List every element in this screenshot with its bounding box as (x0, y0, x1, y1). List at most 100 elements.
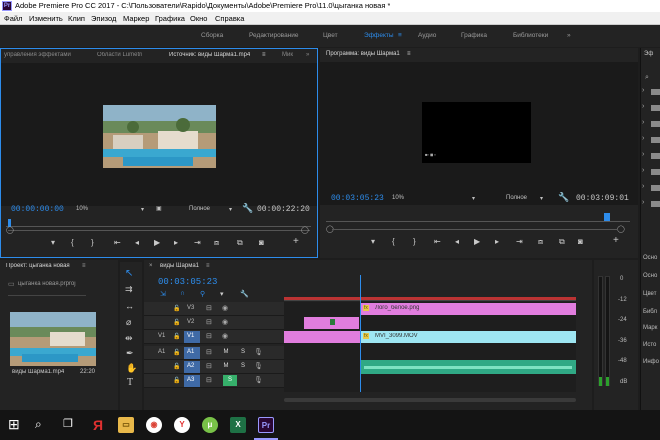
nest-icon[interactable]: ⇲ (160, 290, 166, 298)
microphone-icon[interactable]: 🎙 (254, 376, 263, 384)
chrome-icon[interactable]: ◉ (146, 417, 162, 433)
timeline-horizontal-scrollbar[interactable] (284, 398, 576, 402)
eye-icon[interactable]: ◉ (222, 332, 228, 340)
step-back-icon[interactable]: ◂ (135, 238, 139, 247)
effects-folder-item[interactable]: › (641, 198, 660, 210)
project-clip-thumbnail[interactable] (10, 312, 96, 366)
mute-button[interactable]: M (219, 347, 233, 358)
side-label-markers[interactable]: Марк (643, 325, 657, 331)
chevron-down-icon[interactable]: ▾ (229, 206, 232, 213)
menu-clip[interactable]: Клип (68, 14, 85, 23)
mute-button[interactable]: M (219, 361, 233, 372)
track-a3-target[interactable]: A3 (184, 375, 200, 387)
add-marker-icon[interactable]: ▾ (51, 238, 55, 247)
effects-folder-item[interactable]: › (641, 150, 660, 162)
ripple-edit-tool-icon[interactable]: ↔ (125, 301, 134, 311)
clip-v1-video[interactable]: fx MVI_3099.MOV (360, 331, 576, 343)
zoom-handle-right[interactable]: ◯ (301, 226, 309, 234)
selection-tool-icon[interactable]: ↖ (125, 268, 133, 279)
workspace-graphics[interactable]: Графика (461, 32, 487, 39)
program-timecode-in[interactable]: 00:03:05:23 (331, 194, 384, 203)
sync-lock-icon[interactable]: ⊟ (206, 376, 212, 384)
lock-icon[interactable]: 🔓 (173, 333, 180, 340)
file-explorer-icon[interactable]: ▭ (118, 417, 134, 433)
go-to-out-icon[interactable]: ⇥ (194, 238, 201, 247)
sync-lock-icon[interactable]: ⊟ (206, 318, 212, 326)
tab-audio-mixer[interactable]: Мик (282, 52, 293, 58)
step-forward-icon[interactable]: ▸ (495, 237, 499, 246)
workspace-color[interactable]: Цвет (323, 32, 338, 39)
tab-effects[interactable]: Эф (644, 51, 653, 57)
menu-sequence[interactable]: Эпизод (91, 14, 116, 23)
mark-in-icon[interactable]: { (392, 237, 395, 246)
workspace-effects[interactable]: Эффекты (364, 32, 394, 39)
lock-icon[interactable]: 🔓 (173, 319, 180, 326)
mark-out-icon[interactable]: } (413, 237, 416, 246)
timeline-ruler[interactable] (284, 275, 576, 301)
excel-icon[interactable]: X (230, 417, 246, 433)
effects-folder-item[interactable]: › (641, 182, 660, 194)
playhead[interactable] (604, 213, 610, 221)
chevron-down-icon[interactable]: ▾ (141, 206, 144, 213)
insert-icon[interactable]: ⧈ (214, 238, 219, 248)
side-label-essential[interactable]: Осно (643, 273, 657, 279)
microphone-icon[interactable]: 🎙 (254, 362, 263, 370)
mark-in-icon[interactable]: { (71, 238, 74, 247)
mark-out-icon[interactable]: } (91, 238, 94, 247)
timeline-playhead[interactable] (360, 275, 361, 392)
sync-lock-icon[interactable]: ⊟ (206, 362, 212, 370)
wrench-icon[interactable]: 🔧 (242, 203, 253, 214)
play-icon[interactable]: ▶ (474, 237, 480, 246)
chevron-down-icon[interactable]: ▾ (540, 195, 543, 202)
side-label-info[interactable]: Инфо (643, 359, 659, 365)
workspace-libraries[interactable]: Библиотеки (513, 32, 548, 39)
premiere-taskbar-icon[interactable]: Pr (258, 417, 274, 433)
workspace-menu-icon[interactable]: ≡ (398, 32, 402, 39)
clip-v1-pink[interactable] (284, 331, 360, 343)
side-label-history[interactable]: Исто (643, 342, 656, 348)
menu-help[interactable]: Справка (215, 14, 244, 23)
eye-icon[interactable]: ◉ (222, 304, 228, 312)
lock-icon[interactable]: 🔓 (173, 349, 180, 356)
fit-icon[interactable]: ▣ (156, 205, 162, 212)
add-marker-icon[interactable]: ▾ (220, 290, 224, 298)
workspace-audio[interactable]: Аудио (418, 32, 436, 39)
snap-icon[interactable]: ∩ (180, 290, 185, 297)
wrench-icon[interactable]: 🔧 (558, 192, 569, 203)
add-marker-icon[interactable]: ▾ (371, 237, 375, 246)
menu-edit[interactable]: Изменить (29, 14, 63, 23)
chevron-down-icon[interactable]: ▾ (472, 195, 475, 202)
program-time-ruler[interactable] (326, 212, 630, 222)
tab-menu-icon[interactable]: ≡ (262, 52, 266, 58)
side-label-basic[interactable]: Осно (643, 255, 657, 261)
tab-lumetri-scopes[interactable]: Области Lumetri (97, 52, 142, 58)
search-icon[interactable]: ⌕ (645, 74, 649, 82)
source-v1-label[interactable]: V1 (158, 333, 165, 339)
solo-button-active[interactable]: S (223, 375, 237, 386)
clip-audio[interactable] (360, 360, 576, 374)
panel-menu-icon[interactable]: ≡ (206, 263, 210, 269)
camera-icon[interactable]: ◙ (259, 238, 264, 247)
go-to-in-icon[interactable]: ⇤ (434, 237, 441, 246)
tab-source[interactable]: Источник: виды Шарма1.mp4 (169, 52, 250, 58)
menu-window[interactable]: Окно (190, 14, 207, 23)
source-zoom-select[interactable]: 10% (76, 206, 88, 212)
slip-tool-icon[interactable]: ⇹ (125, 333, 133, 344)
track-a2-target[interactable]: A2 (184, 361, 200, 373)
linked-selection-icon[interactable]: ⚲ (200, 290, 205, 298)
step-back-icon[interactable]: ◂ (455, 237, 459, 246)
panel-menu-icon[interactable]: ≡ (82, 263, 86, 269)
windows-start-icon[interactable]: ⊞ (8, 416, 20, 433)
lock-icon[interactable]: 🔓 (173, 363, 180, 370)
microphone-icon[interactable]: 🎙 (254, 348, 263, 356)
solo-button[interactable]: S (236, 361, 250, 372)
pen-tool-icon[interactable]: ✒ (126, 348, 134, 359)
tab-menu-icon[interactable]: ≡ (407, 51, 411, 57)
timeline-timecode[interactable]: 00:03:05:23 (158, 277, 217, 287)
hand-tool-icon[interactable]: ✋ (126, 363, 137, 374)
play-icon[interactable]: ▶ (154, 238, 160, 247)
eye-icon[interactable]: ◉ (222, 318, 228, 326)
razor-tool-icon[interactable]: ⌀ (126, 317, 131, 328)
track-v3-label[interactable]: V3 (187, 305, 194, 311)
add-button-icon[interactable]: + (613, 235, 619, 246)
